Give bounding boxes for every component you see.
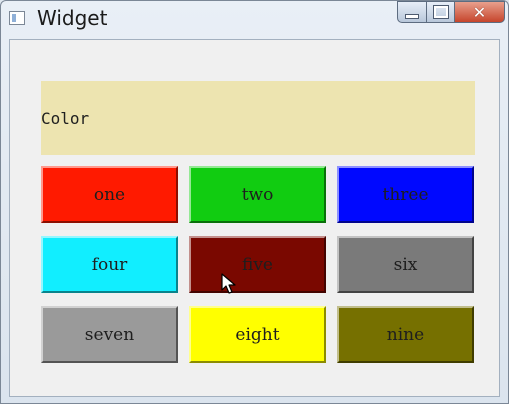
minimize-icon	[405, 13, 419, 19]
client-area: Color one two three four five six seven …	[9, 39, 500, 397]
color-button-nine[interactable]: nine	[337, 306, 474, 363]
widget-window: Widget ✕ Color one two three four five s…	[0, 0, 509, 404]
color-label: Color	[41, 81, 475, 155]
maximize-icon	[432, 5, 449, 19]
color-button-eight[interactable]: eight	[189, 306, 326, 363]
color-button-three[interactable]: three	[337, 166, 474, 223]
close-icon: ✕	[472, 2, 487, 22]
close-button[interactable]: ✕	[455, 1, 505, 23]
color-button-six[interactable]: six	[337, 236, 474, 293]
minimize-button[interactable]	[397, 1, 427, 23]
mouse-cursor-icon	[221, 273, 236, 294]
color-button-one[interactable]: one	[41, 166, 178, 223]
color-button-five[interactable]: five	[189, 236, 326, 293]
maximize-button[interactable]	[427, 1, 455, 23]
window-title: Widget	[37, 6, 108, 30]
color-button-seven[interactable]: seven	[41, 306, 178, 363]
title-bar[interactable]: Widget ✕	[1, 1, 508, 39]
window-app-icon[interactable]	[9, 11, 25, 25]
color-button-two[interactable]: two	[189, 166, 326, 223]
caption-buttons: ✕	[397, 1, 505, 25]
color-button-four[interactable]: four	[41, 236, 178, 293]
